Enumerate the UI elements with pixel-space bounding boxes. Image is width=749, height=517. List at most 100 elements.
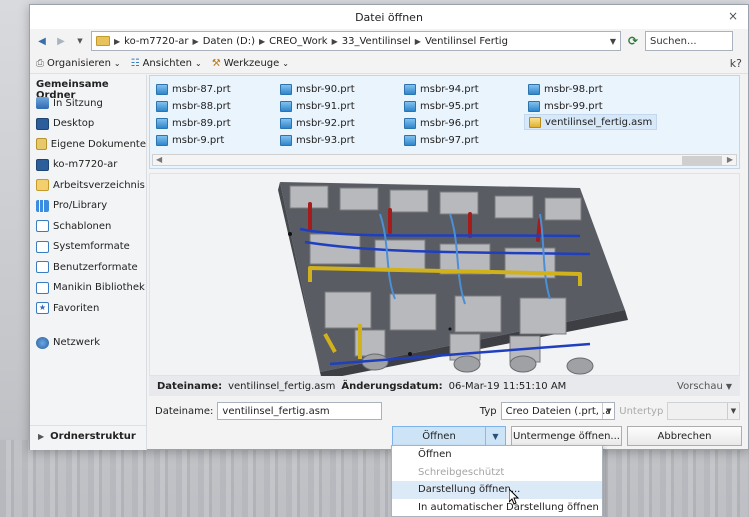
type-select-value: Creo Dateien (.prt, .asm xyxy=(505,405,610,417)
file-name: msbr-98.prt xyxy=(544,83,603,95)
sidebar-item-desktop[interactable]: Desktop xyxy=(30,114,146,135)
file-item-selected[interactable]: ventilinsel_fertig.asm xyxy=(524,114,658,130)
sidebar-item-arbeitsverzeichnis[interactable]: Arbeitsverzeichnis xyxy=(30,175,146,196)
part-file-icon xyxy=(156,117,168,129)
mouse-cursor-icon xyxy=(509,489,520,505)
organize-icon: ⎙ xyxy=(36,57,44,69)
breadcrumb-item[interactable]: Daten (D:) xyxy=(203,36,255,47)
part-file-icon xyxy=(280,83,292,95)
folder-tree-toggle[interactable]: ▶ Ordnerstruktur xyxy=(30,425,147,447)
file-item[interactable]: msbr-95.prt xyxy=(404,98,479,114)
file-list: msbr-87.prt msbr-88.prt msbr-89.prt msbr… xyxy=(149,75,740,169)
search-input[interactable]: Suchen... xyxy=(645,31,733,51)
file-item[interactable]: msbr-97.prt xyxy=(404,132,479,148)
forward-icon[interactable]: ▶ xyxy=(53,33,69,49)
cancel-label: Abbrechen xyxy=(657,430,712,442)
tools-menu[interactable]: ⚒ Werkzeuge ⌄ xyxy=(212,58,289,69)
breadcrumb-item[interactable]: Ventilinsel Fertig xyxy=(425,36,508,47)
sidebar-item-pro-library[interactable]: Pro/Library xyxy=(30,196,146,217)
subtype-select[interactable]: ▼ xyxy=(667,402,740,420)
open-subset-button[interactable]: Untermenge öffnen... xyxy=(511,426,622,446)
scroll-right-icon[interactable]: ▶ xyxy=(727,155,733,164)
breadcrumb-item[interactable]: ko-m7720-ar xyxy=(124,36,188,47)
views-menu[interactable]: ☷ Ansichten ⌄ xyxy=(131,58,202,69)
session-icon xyxy=(36,97,49,110)
menu-item-open-representation[interactable]: Darstellung öffnen... xyxy=(392,481,602,499)
file-item[interactable]: msbr-96.prt xyxy=(404,115,479,131)
sidebar-item-label: Arbeitsverzeichnis xyxy=(53,179,145,191)
file-name: msbr-92.prt xyxy=(296,117,355,129)
cancel-button[interactable]: Abbrechen xyxy=(627,426,742,446)
part-file-icon xyxy=(156,134,168,146)
file-grid: msbr-87.prt msbr-88.prt msbr-89.prt msbr… xyxy=(150,76,739,152)
file-item[interactable]: msbr-9.prt xyxy=(156,132,224,148)
refresh-icon[interactable]: ⟳ xyxy=(624,32,642,50)
preview-toggle[interactable]: Vorschau ▼ xyxy=(677,381,732,392)
menu-item-read-only[interactable]: Schreibgeschützt xyxy=(392,464,602,482)
title-bar: Datei öffnen × xyxy=(30,5,748,29)
info-name-label: Dateiname: xyxy=(157,380,223,392)
part-file-icon xyxy=(280,100,292,112)
part-file-icon xyxy=(156,83,168,95)
part-file-icon xyxy=(404,83,416,95)
dialog-body: Gemeinsame Ordner In Sitzung Desktop Eig… xyxy=(30,75,748,450)
views-label: Ansichten xyxy=(142,57,193,69)
sidebar-item-label: Benutzerformate xyxy=(53,261,138,273)
file-item[interactable]: msbr-99.prt xyxy=(528,98,603,114)
file-item[interactable]: msbr-98.prt xyxy=(528,81,603,97)
menu-item-label: Öffnen xyxy=(418,449,452,461)
menu-item-open[interactable]: Öffnen xyxy=(392,446,602,464)
part-file-icon xyxy=(156,100,168,112)
file-item[interactable]: msbr-89.prt xyxy=(156,115,231,131)
chevron-right-icon: ▶ xyxy=(331,36,338,46)
open-menu-arrow-icon[interactable]: ▼ xyxy=(485,427,505,445)
filename-input[interactable]: ventilinsel_fertig.asm xyxy=(217,402,382,420)
sidebar-item-systemformate[interactable]: Systemformate xyxy=(30,237,146,258)
file-name: msbr-88.prt xyxy=(172,100,231,112)
working-directory-icon xyxy=(36,179,49,192)
file-name: msbr-97.prt xyxy=(420,134,479,146)
filename-label: Dateiname: xyxy=(155,405,214,417)
breadcrumb-item[interactable]: 33_Ventilinsel xyxy=(342,36,411,47)
open-button[interactable]: Öffnen ▼ xyxy=(392,426,506,446)
help-icon[interactable]: k? xyxy=(730,57,742,70)
organize-menu[interactable]: ⎙ Organisieren ⌄ xyxy=(36,58,121,69)
file-item[interactable]: msbr-90.prt xyxy=(280,81,355,97)
scroll-left-icon[interactable]: ◀ xyxy=(156,155,162,164)
file-item[interactable]: msbr-91.prt xyxy=(280,98,355,114)
sidebar-item-benutzerformate[interactable]: Benutzerformate xyxy=(30,257,146,278)
back-icon[interactable]: ◀ xyxy=(34,33,50,49)
scrollbar-thumb[interactable] xyxy=(682,156,722,165)
file-item[interactable]: msbr-87.prt xyxy=(156,81,231,97)
sidebar-item-netzwerk[interactable]: Netzwerk xyxy=(30,333,146,354)
chevron-down-icon: ▼ xyxy=(727,403,739,419)
part-file-icon xyxy=(528,100,540,112)
type-select[interactable]: Creo Dateien (.prt, .asm ▼ xyxy=(500,402,616,420)
address-row: ◀ ▶ ▼ ▶ ko-m7720-ar ▶ Daten (D:) ▶ CREO_… xyxy=(30,29,748,53)
file-item[interactable]: msbr-94.prt xyxy=(404,81,479,97)
folder-icon xyxy=(96,36,110,46)
part-file-icon xyxy=(280,117,292,129)
chevron-down-icon[interactable]: ▼ xyxy=(602,403,614,419)
file-name: msbr-89.prt xyxy=(172,117,231,129)
file-item[interactable]: msbr-88.prt xyxy=(156,98,231,114)
address-bar[interactable]: ▶ ko-m7720-ar ▶ Daten (D:) ▶ CREO_Work ▶… xyxy=(91,31,621,51)
favorites-icon: ★ xyxy=(36,302,49,315)
menu-item-open-auto-representation[interactable]: In automatischer Darstellung öffnen xyxy=(392,499,602,517)
horizontal-scrollbar[interactable]: ◀ ▶ xyxy=(152,154,737,166)
file-item[interactable]: msbr-92.prt xyxy=(280,115,355,131)
sidebar-item-eigene-dokumente[interactable]: Eigene Dokumente xyxy=(30,134,146,155)
tools-icon: ⚒ xyxy=(211,57,221,69)
chevron-down-icon[interactable]: ▼ xyxy=(610,37,616,46)
file-item[interactable]: msbr-93.prt xyxy=(280,132,355,148)
file-name: ventilinsel_fertig.asm xyxy=(545,116,653,128)
sidebar-item-favoriten[interactable]: ★ Favoriten xyxy=(30,298,146,319)
sidebar-item-computer[interactable]: ko-m7720-ar xyxy=(30,155,146,176)
sidebar-item-schablonen[interactable]: Schablonen xyxy=(30,216,146,237)
chevron-right-icon: ▶ xyxy=(38,432,45,441)
breadcrumb-item[interactable]: CREO_Work xyxy=(269,36,327,47)
history-dropdown-icon[interactable]: ▼ xyxy=(72,33,88,49)
close-icon[interactable]: × xyxy=(728,9,738,23)
sidebar-item-manikin-bibliothek[interactable]: Manikin Bibliothek xyxy=(30,278,146,299)
info-date-value: 06-Mar-19 11:51:10 AM xyxy=(448,380,567,392)
